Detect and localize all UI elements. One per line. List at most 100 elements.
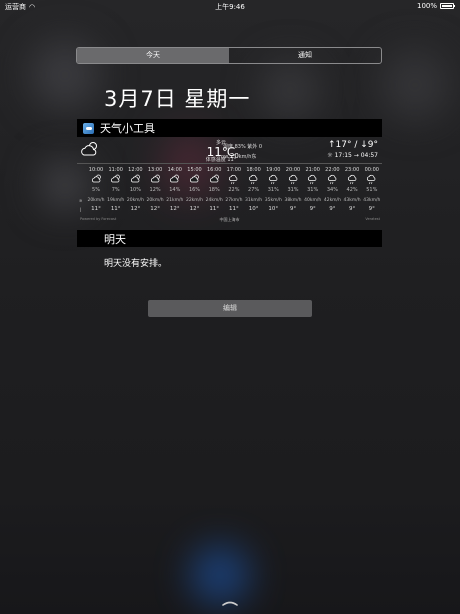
hour-temperature: 10° [268,206,279,212]
partly-cloudy-icon [86,174,106,186]
hourly-column: 13:00 12% 20km/h 12° [145,167,165,212]
hour-temperature: 12° [189,206,200,212]
hour-label: 14:00 [167,167,182,173]
wind-speed: 40km/h [304,198,322,203]
wind-speed: 20km/h [146,198,164,203]
precip-chance: 31% [267,187,279,193]
hourly-column: 23:00 42% 43km/h 9° [342,167,362,212]
weather-app-icon [83,122,94,134]
hour-temperature: 9° [329,206,336,212]
rain-icon [303,174,323,186]
precip-chance: 16% [188,187,201,193]
hour-label: 23:00 [344,167,360,173]
wind-speed: 21km/h [166,198,184,203]
precip-chance: 12% [149,187,161,193]
edit-button[interactable]: 编辑 [148,300,312,317]
rain-icon [283,174,303,186]
hourly-column: 22:00 34% 42km/h 9° [322,167,342,212]
hour-temperature: 11° [209,206,220,212]
wind-speed: 19km/h [107,198,125,203]
hour-label: 16:00 [206,167,222,173]
hourly-column: 19:00 31% 35km/h 10° [263,167,283,212]
hourly-column: 16:00 18% 24km/h 11° [204,167,224,212]
high-low-temperature: ↑17° / ↓9° [327,140,378,150]
segmented-control: 今天 通知 [76,47,382,64]
wind-speed: 20km/h [126,198,144,203]
hourly-column: 17:00 22% 27km/h 11° [224,167,244,212]
wind-speed: 20km/h [87,198,105,203]
humidity-uv: 湿度 83% 紫外 0 [223,144,263,150]
wind-speed: 42km/h [323,198,341,203]
weather-widget[interactable]: 多云 11℃ 体感温度 11° 湿度 83% 紫外 0 nw 20km/h东 ↑… [77,137,382,229]
rain-icon [244,174,264,186]
precip-chance: 10% [129,187,141,193]
brand-label: Veratest [365,217,380,221]
hour-label: 21:00 [305,167,320,173]
wind-speed: 24km/h [205,198,223,203]
precip-chance: 34% [326,187,338,193]
hour-label: 15:00 [187,167,202,173]
tomorrow-header: 明天 [77,230,382,247]
hour-temperature: 12° [130,206,141,212]
hour-label: 19:00 [266,167,281,173]
widget-title: 天气小工具 [100,122,155,135]
wind-speed: 35km/h [264,198,282,203]
partly-cloudy-icon [145,174,165,186]
battery-percent: 100% [416,2,437,10]
rain-icon [322,174,342,186]
sun-icon: ☼ [327,152,335,159]
precip-chance: 5% [92,187,100,193]
tab-notifications[interactable]: 通知 [229,48,381,63]
status-bar: 运营商 ◠ 上午9:46 100% [0,0,460,12]
rain-icon [224,174,244,186]
precip-chance: 18% [208,187,220,193]
hour-label: 17:00 [226,167,242,173]
weather-widget-header[interactable]: 天气小工具 [77,119,382,137]
divider [77,163,382,164]
hour-label: 20:00 [285,167,301,173]
hourly-column: 15:00 16% 22km/h 12° [185,167,205,212]
hourly-column: 21:00 31% 40km/h 9° [303,167,323,212]
precip-chance: 31% [307,187,319,193]
hourly-column: 20:00 31% 38km/h 9° [283,167,303,212]
precip-chance: 14% [169,187,181,193]
hourly-column: 14:00 14% 21km/h 12° [165,167,185,212]
rain-icon [263,174,283,186]
hour-label: 00:00 [364,167,379,173]
partly-cloudy-icon [204,174,224,186]
rain-icon [342,174,362,186]
wind-speed: 31km/h [245,198,263,203]
hour-temperature: 12° [169,206,180,212]
precip-chance: 42% [346,187,358,193]
tomorrow-title: 明天 [104,232,126,246]
precip-chance: 27% [248,187,260,193]
hourly-column: 00:00 51% 43km/h 9° [362,167,382,212]
precip-chance: 31% [287,187,299,193]
partly-cloudy-icon [81,142,97,156]
hour-temperature: 9° [309,206,316,212]
wind-row-icon: ≋ [79,198,83,203]
wind-speed: 43km/h [363,198,381,203]
date-heading: 3月7日 星期一 [104,87,251,111]
chevron-up-icon[interactable] [220,600,240,606]
city-name: 中国上海市 [219,217,240,222]
hour-label: 11:00 [108,167,123,173]
wind-speed: 22km/h [185,198,204,203]
hour-temperature: 9° [348,206,356,212]
hour-temperature: 10° [248,206,259,212]
hour-label: 10:00 [88,167,104,173]
tab-today[interactable]: 今天 [77,48,229,63]
sunset-sunrise: ☼ 17:15 → 04:57 [327,152,378,159]
partly-cloudy-icon [165,174,185,186]
partly-cloudy-icon [185,174,205,186]
hourly-column: 11:00 7% 19km/h 11° [106,167,126,212]
hour-temperature: 9° [289,206,297,212]
wind-speed: 38km/h [284,198,302,203]
partly-cloudy-icon [106,174,126,186]
precip-chance: 7% [111,187,120,193]
hourly-column: 12:00 10% 20km/h 12° [125,167,145,212]
rain-icon [362,174,382,186]
partly-cloudy-icon [125,174,145,186]
wind-speed: 43km/h [343,198,361,203]
battery-icon [440,3,455,9]
